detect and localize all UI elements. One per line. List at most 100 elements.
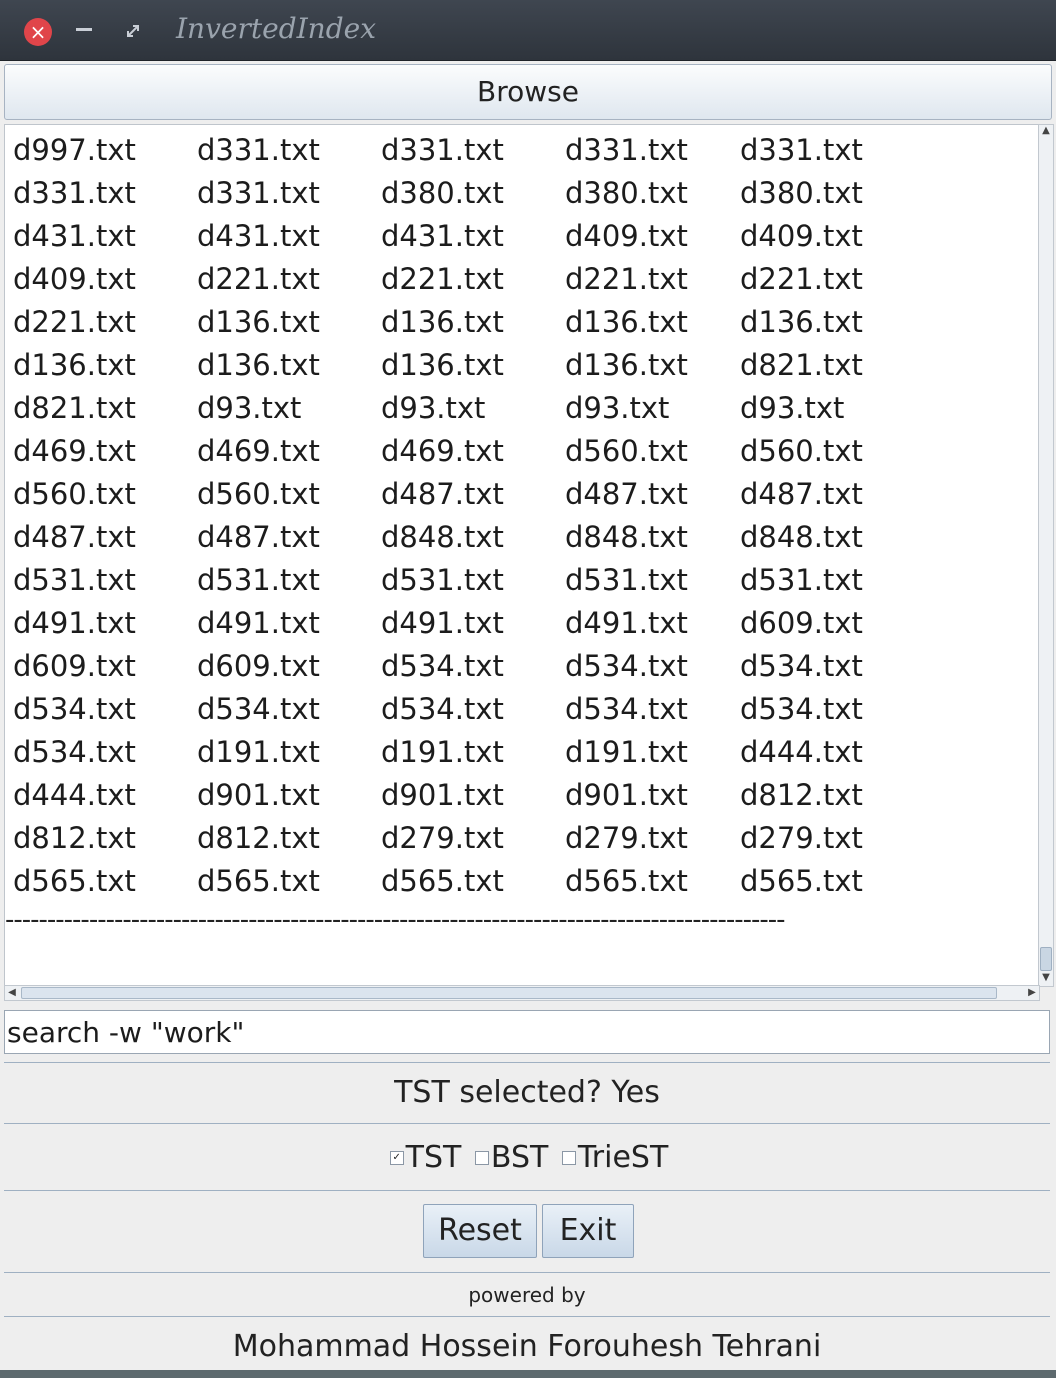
result-item: d221.txt <box>565 262 688 296</box>
minimize-window-button[interactable] <box>76 28 92 31</box>
result-item: d901.txt <box>381 778 504 812</box>
result-item: d812.txt <box>13 821 136 855</box>
maximize-window-button[interactable] <box>124 22 142 40</box>
result-item: d331.txt <box>197 176 320 210</box>
checkbox-box <box>561 1151 576 1165</box>
author-label: Mohammad Hossein Forouhesh Tehrani <box>232 1329 822 1364</box>
result-item: d469.txt <box>197 434 320 468</box>
scroll-up-icon[interactable]: ▲ <box>1039 125 1053 139</box>
title-bar: × InvertedIndex <box>0 0 1056 61</box>
maximize-icon <box>127 25 139 37</box>
result-item: d534.txt <box>381 692 504 726</box>
result-item: d191.txt <box>565 735 688 769</box>
result-item: d609.txt <box>197 649 320 683</box>
result-item: d565.txt <box>197 864 320 898</box>
results-separator: ----------------------------------------… <box>5 905 786 935</box>
result-item: d469.txt <box>381 434 504 468</box>
vertical-scroll-thumb[interactable] <box>1040 947 1052 971</box>
scroll-left-icon[interactable]: ◀ <box>5 986 19 1000</box>
close-window-button[interactable]: × <box>24 18 52 46</box>
result-item: d487.txt <box>381 477 504 511</box>
result-item: d812.txt <box>740 778 863 812</box>
window-title: InvertedIndex <box>176 12 376 45</box>
result-item: d534.txt <box>740 649 863 683</box>
bst-checkbox[interactable]: BST <box>474 1125 549 1191</box>
tst-checkbox[interactable]: ✓ TST <box>389 1125 462 1191</box>
scroll-right-icon[interactable]: ▶ <box>1025 986 1039 1000</box>
result-item: d565.txt <box>381 864 504 898</box>
result-item: d136.txt <box>565 348 688 382</box>
result-item: d331.txt <box>565 133 688 167</box>
bst-checkbox-label: BST <box>490 1139 549 1175</box>
result-item: d609.txt <box>13 649 136 683</box>
result-item: d221.txt <box>197 262 320 296</box>
horizontal-scroll-thumb[interactable] <box>21 987 997 999</box>
result-item: d431.txt <box>381 219 504 253</box>
vertical-scrollbar[interactable]: ▲ ▼ <box>1038 124 1054 987</box>
result-item: d531.txt <box>565 563 688 597</box>
result-item: d444.txt <box>740 735 863 769</box>
result-item: d565.txt <box>565 864 688 898</box>
result-item: d191.txt <box>381 735 504 769</box>
result-item: d136.txt <box>197 305 320 339</box>
result-item: d812.txt <box>197 821 320 855</box>
reset-button[interactable]: Reset <box>423 1204 537 1258</box>
result-item: d821.txt <box>13 391 136 425</box>
result-item: d531.txt <box>197 563 320 597</box>
result-item: d534.txt <box>197 692 320 726</box>
scroll-down-icon[interactable]: ▼ <box>1039 972 1053 986</box>
result-item: d491.txt <box>197 606 320 640</box>
result-item: d821.txt <box>740 348 863 382</box>
result-item: d531.txt <box>381 563 504 597</box>
result-item: d534.txt <box>740 692 863 726</box>
result-item: d380.txt <box>740 176 863 210</box>
exit-button[interactable]: Exit <box>542 1204 634 1258</box>
result-item: d560.txt <box>565 434 688 468</box>
triest-checkbox-label: TrieST <box>577 1139 669 1175</box>
result-item: d901.txt <box>197 778 320 812</box>
result-item: d560.txt <box>740 434 863 468</box>
results-text-area[interactable]: d997.txt d331.txt d331.txt d331.txt d331.txt… <box>4 124 1040 987</box>
result-item: d93.txt <box>197 391 302 425</box>
result-item: d331.txt <box>197 133 320 167</box>
result-item: d848.txt <box>740 520 863 554</box>
result-item: d560.txt <box>13 477 136 511</box>
result-item: d487.txt <box>565 477 688 511</box>
results-list: d997.txt d331.txt d331.txt d331.txt d331.txt… <box>13 129 880 903</box>
horizontal-scrollbar[interactable]: ◀ ▶ <box>4 985 1040 1001</box>
result-item: d279.txt <box>740 821 863 855</box>
structure-options: ✓ TST BST TrieST <box>4 1124 1050 1191</box>
command-input[interactable]: search -w "work" <box>4 1010 1050 1054</box>
result-item: d901.txt <box>565 778 688 812</box>
result-item: d487.txt <box>13 520 136 554</box>
result-item: d221.txt <box>740 262 863 296</box>
browse-button[interactable]: Browse <box>4 64 1052 120</box>
result-item: d431.txt <box>197 219 320 253</box>
result-item: d469.txt <box>13 434 136 468</box>
result-item: d565.txt <box>740 864 863 898</box>
result-item: d136.txt <box>565 305 688 339</box>
result-item: d331.txt <box>381 133 504 167</box>
result-item: d136.txt <box>381 305 504 339</box>
result-item: d380.txt <box>381 176 504 210</box>
result-item: d534.txt <box>565 649 688 683</box>
result-item: d487.txt <box>740 477 863 511</box>
result-item: d560.txt <box>197 477 320 511</box>
powered-by-label: powered by <box>4 1274 1050 1317</box>
result-item: d93.txt <box>381 391 486 425</box>
triest-checkbox[interactable]: TrieST <box>561 1125 669 1191</box>
result-item: d136.txt <box>381 348 504 382</box>
result-item: d136.txt <box>13 348 136 382</box>
app-window: × InvertedIndex Browse d997.txt d331.txt d… <box>0 0 1056 1370</box>
result-item: d534.txt <box>13 735 136 769</box>
result-item: d848.txt <box>565 520 688 554</box>
result-item: d491.txt <box>381 606 504 640</box>
result-item: d565.txt <box>13 864 136 898</box>
result-item: d191.txt <box>197 735 320 769</box>
result-item: d279.txt <box>381 821 504 855</box>
result-item: d93.txt <box>565 391 670 425</box>
result-item: d848.txt <box>381 520 504 554</box>
tst-checkbox-label: TST <box>405 1139 462 1175</box>
result-item: d534.txt <box>381 649 504 683</box>
result-item: d531.txt <box>740 563 863 597</box>
